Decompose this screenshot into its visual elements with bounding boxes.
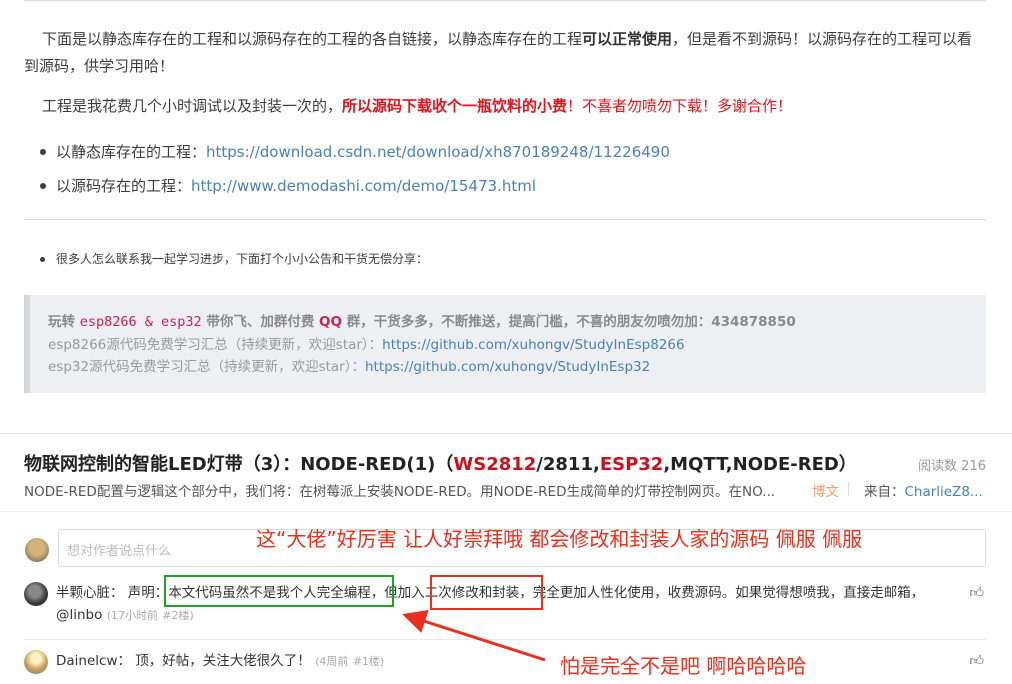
- inline-code: esp8266: [79, 314, 137, 330]
- thumbs-up-icon[interactable]: 👍︎: [969, 652, 984, 669]
- article-type-tag: 博文: [812, 484, 839, 500]
- author-link[interactable]: CharlieZ8...: [905, 484, 983, 500]
- page: 下面是以静态库存在的工程和以源码存在的工程的各自链接，以静态库存在的工程可以正常…: [0, 0, 1012, 684]
- fee-warning: ！不喜者勿喷勿下载！多谢合作！: [567, 97, 793, 115]
- comment-text: 顶，好帖，关注大佬很久了！: [131, 653, 311, 669]
- divider: [848, 482, 849, 496]
- comment-time: (4周前: [315, 655, 349, 668]
- download-links: 以静态库存在的工程：https://download.csdn.net/down…: [40, 135, 670, 203]
- annotation-bottom: 怕是完全不是吧 啊哈哈哈哈: [560, 654, 807, 678]
- static-lib-link[interactable]: https://download.csdn.net/download/xh870…: [206, 143, 670, 161]
- avatar[interactable]: [24, 650, 48, 674]
- intro-emphasis: 可以正常使用: [582, 30, 673, 48]
- annotation-top: 这“大佬”好厉害 让人好崇拜哦 都会修改和封装人家的源码 佩服 佩服: [256, 527, 863, 551]
- source-code-link[interactable]: http://www.demodashi.com/demo/15473.html: [191, 177, 536, 195]
- link-label: 以静态库存在的工程：: [56, 143, 207, 161]
- comment-author[interactable]: Dainelcw：: [56, 653, 131, 669]
- quote-line-qq: 玩转 esp8266 & esp32 带你飞、加群付费 QQ 群，干货多多，不断…: [48, 314, 796, 330]
- fee-text: 工程是我花费几个小时调试以及封装一次的，: [42, 97, 343, 115]
- comment-author[interactable]: 半颗心脏：: [56, 585, 124, 601]
- list-item: 以静态库存在的工程：https://download.csdn.net/down…: [40, 135, 670, 169]
- highlight-box-green: [164, 575, 394, 607]
- divider: [24, 219, 986, 220]
- divider: [24, 0, 986, 1]
- quote-line-esp8266: esp8266源代码免费学习汇总（持续更新，欢迎star）：https://gi…: [48, 336, 685, 353]
- divider: [24, 639, 986, 640]
- read-count: 阅读数 216: [918, 459, 986, 474]
- article-description: NODE-RED配置与逻辑这个部分中，我们将：在树莓派上安装NODE-RED。用…: [24, 484, 776, 500]
- contact-note: 很多人怎么联系我一起学习进步，下面打个小小公告和干货无偿分享：: [40, 249, 428, 269]
- intro-paragraph: 下面是以静态库存在的工程和以源码存在的工程的各自链接，以静态库存在的工程可以正常…: [24, 26, 986, 80]
- avatar: [25, 538, 49, 562]
- article-title[interactable]: 物联网控制的智能LED灯带（3）：NODE-RED(1)（WS2812/2811…: [24, 450, 857, 476]
- comment-item: Dainelcw： 顶，好帖，关注大佬很久了！ (4周前 #1楼) 👍︎: [0, 646, 1012, 680]
- comment-time: (17小时前: [106, 609, 158, 622]
- thumbs-up-icon[interactable]: 👍︎: [969, 584, 984, 601]
- fee-highlight: 所以源码下载收个一瓶饮料的小费: [342, 97, 568, 115]
- comment-floor: #2楼): [162, 609, 194, 622]
- link-label: 以源码存在的工程：: [56, 177, 192, 195]
- intro-text: 下面是以静态库存在的工程和以源码存在的工程的各自链接，以静态库存在的工程: [42, 30, 583, 48]
- esp32-repo-link[interactable]: https://github.com/xuhongv/StudyInEsp32: [365, 359, 650, 375]
- article-source: 来自：CharlieZ8...: [864, 484, 983, 500]
- comment-floor: #1楼): [352, 655, 385, 668]
- esp8266-repo-link[interactable]: https://github.com/xuhongv/StudyInEsp826…: [382, 337, 684, 353]
- list-item: 以源码存在的工程：http://www.demodashi.com/demo/1…: [40, 169, 670, 203]
- comment-body: Dainelcw： 顶，好帖，关注大佬很久了！ (4周前 #1楼): [56, 650, 384, 673]
- fee-paragraph: 工程是我花费几个小时调试以及封装一次的，所以源码下载收个一瓶饮料的小费！不喜者勿…: [24, 93, 986, 120]
- avatar[interactable]: [24, 582, 48, 606]
- related-article[interactable]: 物联网控制的智能LED灯带（3）：NODE-RED(1)（WS2812/2811…: [0, 433, 1012, 511]
- blockquote: 玩转 esp8266 & esp32 带你飞、加群付费 QQ 群，干货多多，不断…: [24, 295, 986, 393]
- highlight-box-red: [430, 575, 543, 610]
- quote-line-esp32: esp32源代码免费学习汇总（持续更新，欢迎star）：https://gith…: [48, 359, 651, 375]
- inline-code: esp32: [161, 314, 202, 330]
